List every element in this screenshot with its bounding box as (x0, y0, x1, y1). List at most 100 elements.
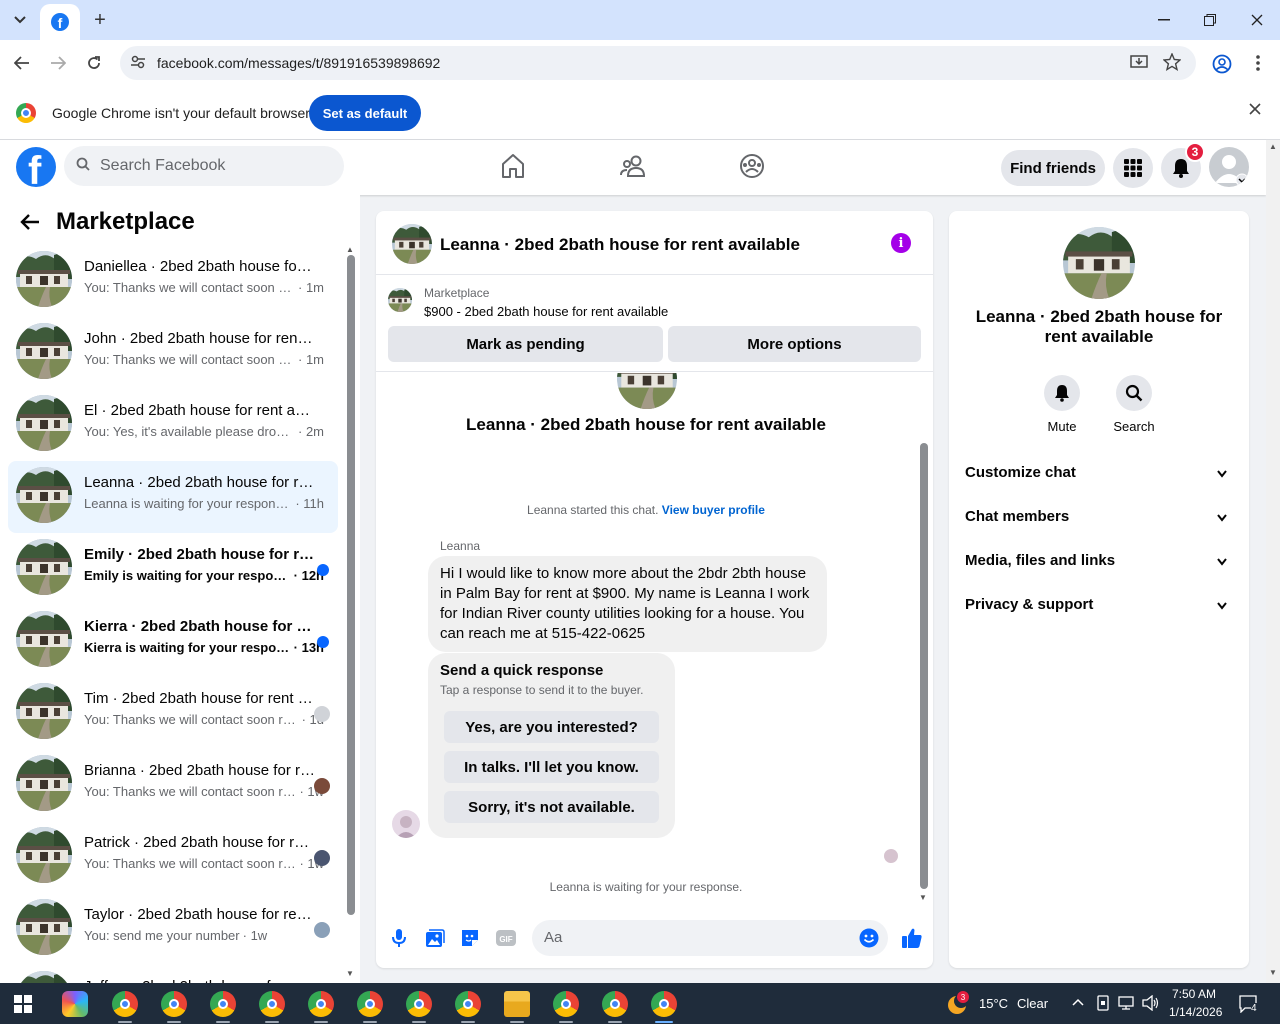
scrollbar-thumb[interactable] (347, 255, 355, 915)
install-app-icon[interactable] (1130, 53, 1148, 71)
page-scrollbar[interactable]: ▲ ▼ (1266, 140, 1280, 983)
clock-time[interactable]: 7:50 AM (1172, 987, 1216, 1001)
reload-button[interactable] (80, 49, 108, 77)
scroll-down-arrow[interactable]: ▼ (346, 969, 354, 978)
chrome-app-icon[interactable] (602, 991, 628, 1017)
conversation-item[interactable]: Kierra · 2bed 2bath house for rent avail… (8, 605, 338, 677)
quick-response-not-available[interactable]: Sorry, it's not available. (444, 791, 659, 823)
running-indicator (167, 1021, 181, 1023)
weather-condition[interactable]: Clear (1017, 996, 1048, 1011)
buyer-avatar[interactable] (392, 810, 420, 838)
message-snippet: You: Thanks we will contact soon regardi… (84, 856, 296, 871)
contact-avatar[interactable] (1063, 227, 1135, 299)
profile-icon[interactable] (1212, 54, 1232, 74)
conversation-item[interactable]: El · 2bed 2bath house for rent available… (8, 389, 338, 461)
back-arrow-icon[interactable] (20, 213, 40, 231)
browser-tab-facebook[interactable]: f (40, 4, 80, 40)
scroll-down-arrow[interactable]: ▼ (1269, 968, 1277, 977)
bookmark-star-icon[interactable] (1163, 53, 1181, 71)
account-avatar[interactable] (1209, 147, 1249, 187)
temperature[interactable]: 15°C (979, 996, 1008, 1011)
chrome-app-icon[interactable] (308, 991, 334, 1017)
microphone-icon[interactable] (388, 927, 410, 949)
find-friends-button[interactable]: Find friends (1001, 150, 1105, 186)
close-icon[interactable] (1248, 102, 1262, 116)
chrome-app-icon[interactable] (455, 991, 481, 1017)
gif-icon[interactable]: GIF (495, 927, 517, 949)
quick-response-in-talks[interactable]: In talks. I'll let you know. (444, 751, 659, 783)
tab-search-dropdown[interactable] (6, 6, 34, 34)
network-icon[interactable] (1118, 995, 1134, 1011)
clock-date[interactable]: 1/14/2026 (1169, 1005, 1222, 1019)
mark-as-pending-button[interactable]: Mark as pending (388, 326, 663, 362)
file-explorer-icon[interactable] (504, 991, 530, 1017)
conversation-name: Leanna · 2bed 2bath house for rent avail… (84, 474, 316, 491)
forward-button[interactable] (44, 49, 72, 77)
privacy-support-section[interactable]: Privacy & support (965, 596, 1235, 620)
emoji-icon[interactable] (859, 928, 879, 948)
view-buyer-profile-link[interactable]: View buyer profile (662, 503, 765, 517)
address-bar[interactable]: facebook.com/messages/t/891916539898692 (120, 46, 1196, 80)
sticker-icon[interactable] (459, 927, 481, 949)
thumbs-up-icon[interactable] (900, 926, 924, 950)
conversation-item[interactable]: Brianna · 2bed 2bath house for rent avai… (8, 749, 338, 821)
chrome-app-icon[interactable] (161, 991, 187, 1017)
chrome-app-icon[interactable] (112, 991, 138, 1017)
conversation-item[interactable]: Daniellea · 2bed 2bath house for rent av… (8, 245, 338, 317)
listing-thumbnail (16, 467, 72, 523)
chrome-menu-icon[interactable] (1256, 54, 1260, 72)
listing-thumbnail[interactable] (388, 288, 412, 312)
url-text[interactable]: facebook.com/messages/t/891916539898692 (157, 55, 440, 71)
restore-button[interactable] (1187, 0, 1233, 40)
media-files-links-section[interactable]: Media, files and links (965, 552, 1235, 576)
chrome-app-icon[interactable] (210, 991, 236, 1017)
chevron-up-icon[interactable] (1072, 998, 1084, 1006)
search-action[interactable]: Search (1104, 375, 1164, 434)
chrome-app-icon[interactable] (651, 991, 677, 1017)
conversation-item[interactable]: Taylor · 2bed 2bath house for rent avail… (8, 893, 338, 965)
chat-avatar[interactable] (392, 224, 432, 264)
new-tab-button[interactable]: + (88, 8, 112, 32)
facebook-logo[interactable]: f (16, 147, 56, 187)
photo-icon[interactable] (423, 927, 445, 949)
conversation-item[interactable]: Leanna · 2bed 2bath house for rent avail… (8, 461, 338, 533)
info-icon[interactable]: i (891, 233, 911, 253)
conversation-item[interactable]: Jeffrey · 2bed 2bath house for rent avai… (8, 965, 338, 983)
home-icon[interactable] (499, 152, 527, 180)
minimize-button[interactable] (1141, 0, 1187, 40)
groups-icon[interactable] (738, 152, 766, 180)
chat-scrollbar-thumb[interactable] (920, 443, 928, 889)
menu-button[interactable] (1113, 148, 1153, 188)
site-settings-icon[interactable] (130, 54, 146, 70)
volume-icon[interactable] (1142, 995, 1160, 1011)
scroll-up-arrow[interactable]: ▲ (1269, 142, 1277, 151)
message-input[interactable]: Aa (532, 920, 888, 956)
quick-response-yes[interactable]: Yes, are you interested? (444, 711, 659, 743)
conversation-item[interactable]: John · 2bed 2bath house for rent availab… (8, 317, 338, 389)
listing-title[interactable]: $900 - 2bed 2bath house for rent availab… (424, 304, 668, 319)
conversation-item[interactable]: Emily · 2bed 2bath house for rent availa… (8, 533, 338, 605)
back-button[interactable] (8, 49, 36, 77)
customize-chat-section[interactable]: Customize chat (965, 464, 1235, 488)
chrome-app-icon[interactable] (406, 991, 432, 1017)
conversation-item[interactable]: Patrick · 2bed 2bath house for rent avai… (8, 821, 338, 893)
scroll-up-arrow[interactable]: ▲ (346, 245, 354, 254)
more-options-button[interactable]: More options (668, 326, 921, 362)
facebook-search-input[interactable]: Search Facebook (64, 146, 344, 186)
chrome-app-icon[interactable] (553, 991, 579, 1017)
mute-action[interactable]: Mute (1032, 375, 1092, 434)
copilot-icon[interactable] (62, 991, 88, 1017)
close-window-button[interactable] (1234, 0, 1280, 40)
chat-members-section[interactable]: Chat members (965, 508, 1235, 532)
device-icon[interactable] (1096, 995, 1110, 1011)
conversation-item[interactable]: Tim · 2bed 2bath house for rent availabl… (8, 677, 338, 749)
chat-title[interactable]: Leanna · 2bed 2bath house for rent avail… (440, 235, 800, 255)
friends-icon[interactable] (619, 152, 647, 180)
windows-start-icon[interactable] (14, 995, 32, 1013)
set-as-default-button[interactable]: Set as default (309, 95, 421, 131)
chrome-app-icon[interactable] (357, 991, 383, 1017)
facebook-logo-letter: f (28, 149, 42, 187)
seen-avatar (314, 778, 330, 794)
chrome-app-icon[interactable] (259, 991, 285, 1017)
scroll-down-arrow[interactable]: ▼ (919, 893, 927, 902)
